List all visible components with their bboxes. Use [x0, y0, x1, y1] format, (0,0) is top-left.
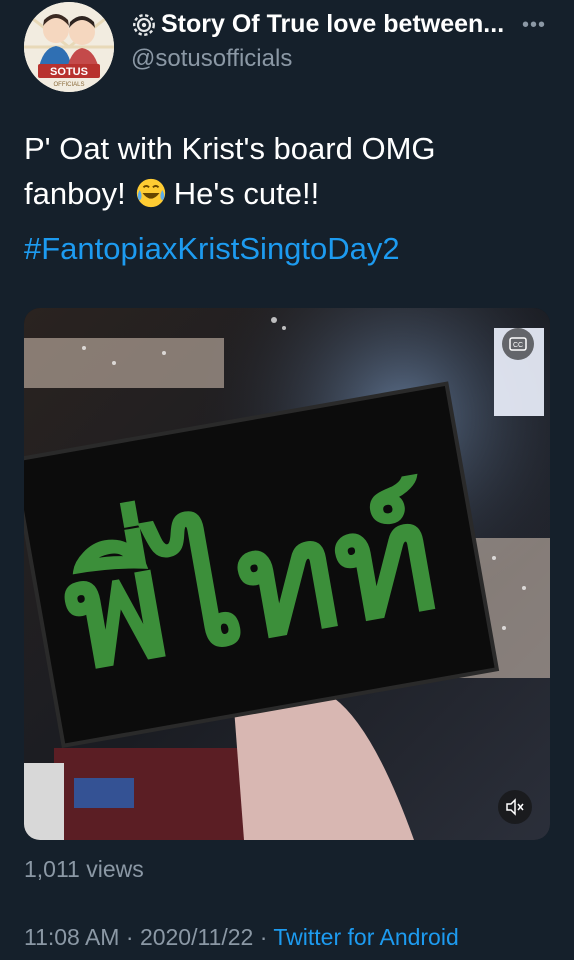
avatar-illustration: SOTUS OFFICIALS	[24, 2, 114, 92]
meta-separator-2: ·	[259, 924, 268, 950]
avatar-logo-text: SOTUS	[50, 66, 88, 78]
gear-icon	[133, 13, 155, 36]
tears-of-joy-emoji-icon	[136, 178, 165, 208]
tweet-text-line2-end: He's cute!!	[173, 176, 320, 211]
author-name[interactable]: Story Of True love between...	[161, 10, 504, 39]
tweet-source-link[interactable]: Twitter for Android	[273, 924, 458, 950]
tweet-meta: 11:08 AM · 2020/11/22 · Twitter for Andr…	[24, 924, 459, 951]
video-frame: พี่ไทท์	[24, 308, 550, 840]
author-name-row[interactable]: Story Of True love between...	[131, 10, 504, 39]
video-player[interactable]: พี่ไทท์ CC	[24, 308, 550, 840]
avatar[interactable]: SOTUS OFFICIALS	[24, 2, 114, 92]
tweet-text: P' Oat with Krist's board OMG fanboy! He…	[24, 126, 554, 216]
view-count: 1,011 views	[24, 856, 144, 882]
closed-captions-icon: CC	[509, 337, 527, 351]
tweet-time[interactable]: 11:08 AM	[24, 924, 119, 950]
tweet-text-line2-start: fanboy!	[24, 176, 126, 211]
avatar-sub-text: OFFICIALS	[53, 82, 84, 88]
svg-text:CC: CC	[513, 342, 523, 349]
more-options-icon[interactable]: •••	[522, 14, 546, 37]
volume-muted-icon	[506, 798, 524, 816]
meta-separator: ·	[125, 924, 134, 950]
author-handle[interactable]: @sotusofficials	[131, 45, 292, 73]
mute-button[interactable]	[498, 790, 532, 824]
tweet-text-line2: fanboy! He's cute!!	[24, 171, 554, 216]
closed-captions-button[interactable]: CC	[502, 328, 534, 360]
hashtag-link[interactable]: #FantopiaxKristSingtoDay2	[24, 226, 400, 271]
tweet-date[interactable]: 2020/11/22	[140, 924, 253, 950]
tweet-text-line1: P' Oat with Krist's board OMG	[24, 131, 436, 166]
